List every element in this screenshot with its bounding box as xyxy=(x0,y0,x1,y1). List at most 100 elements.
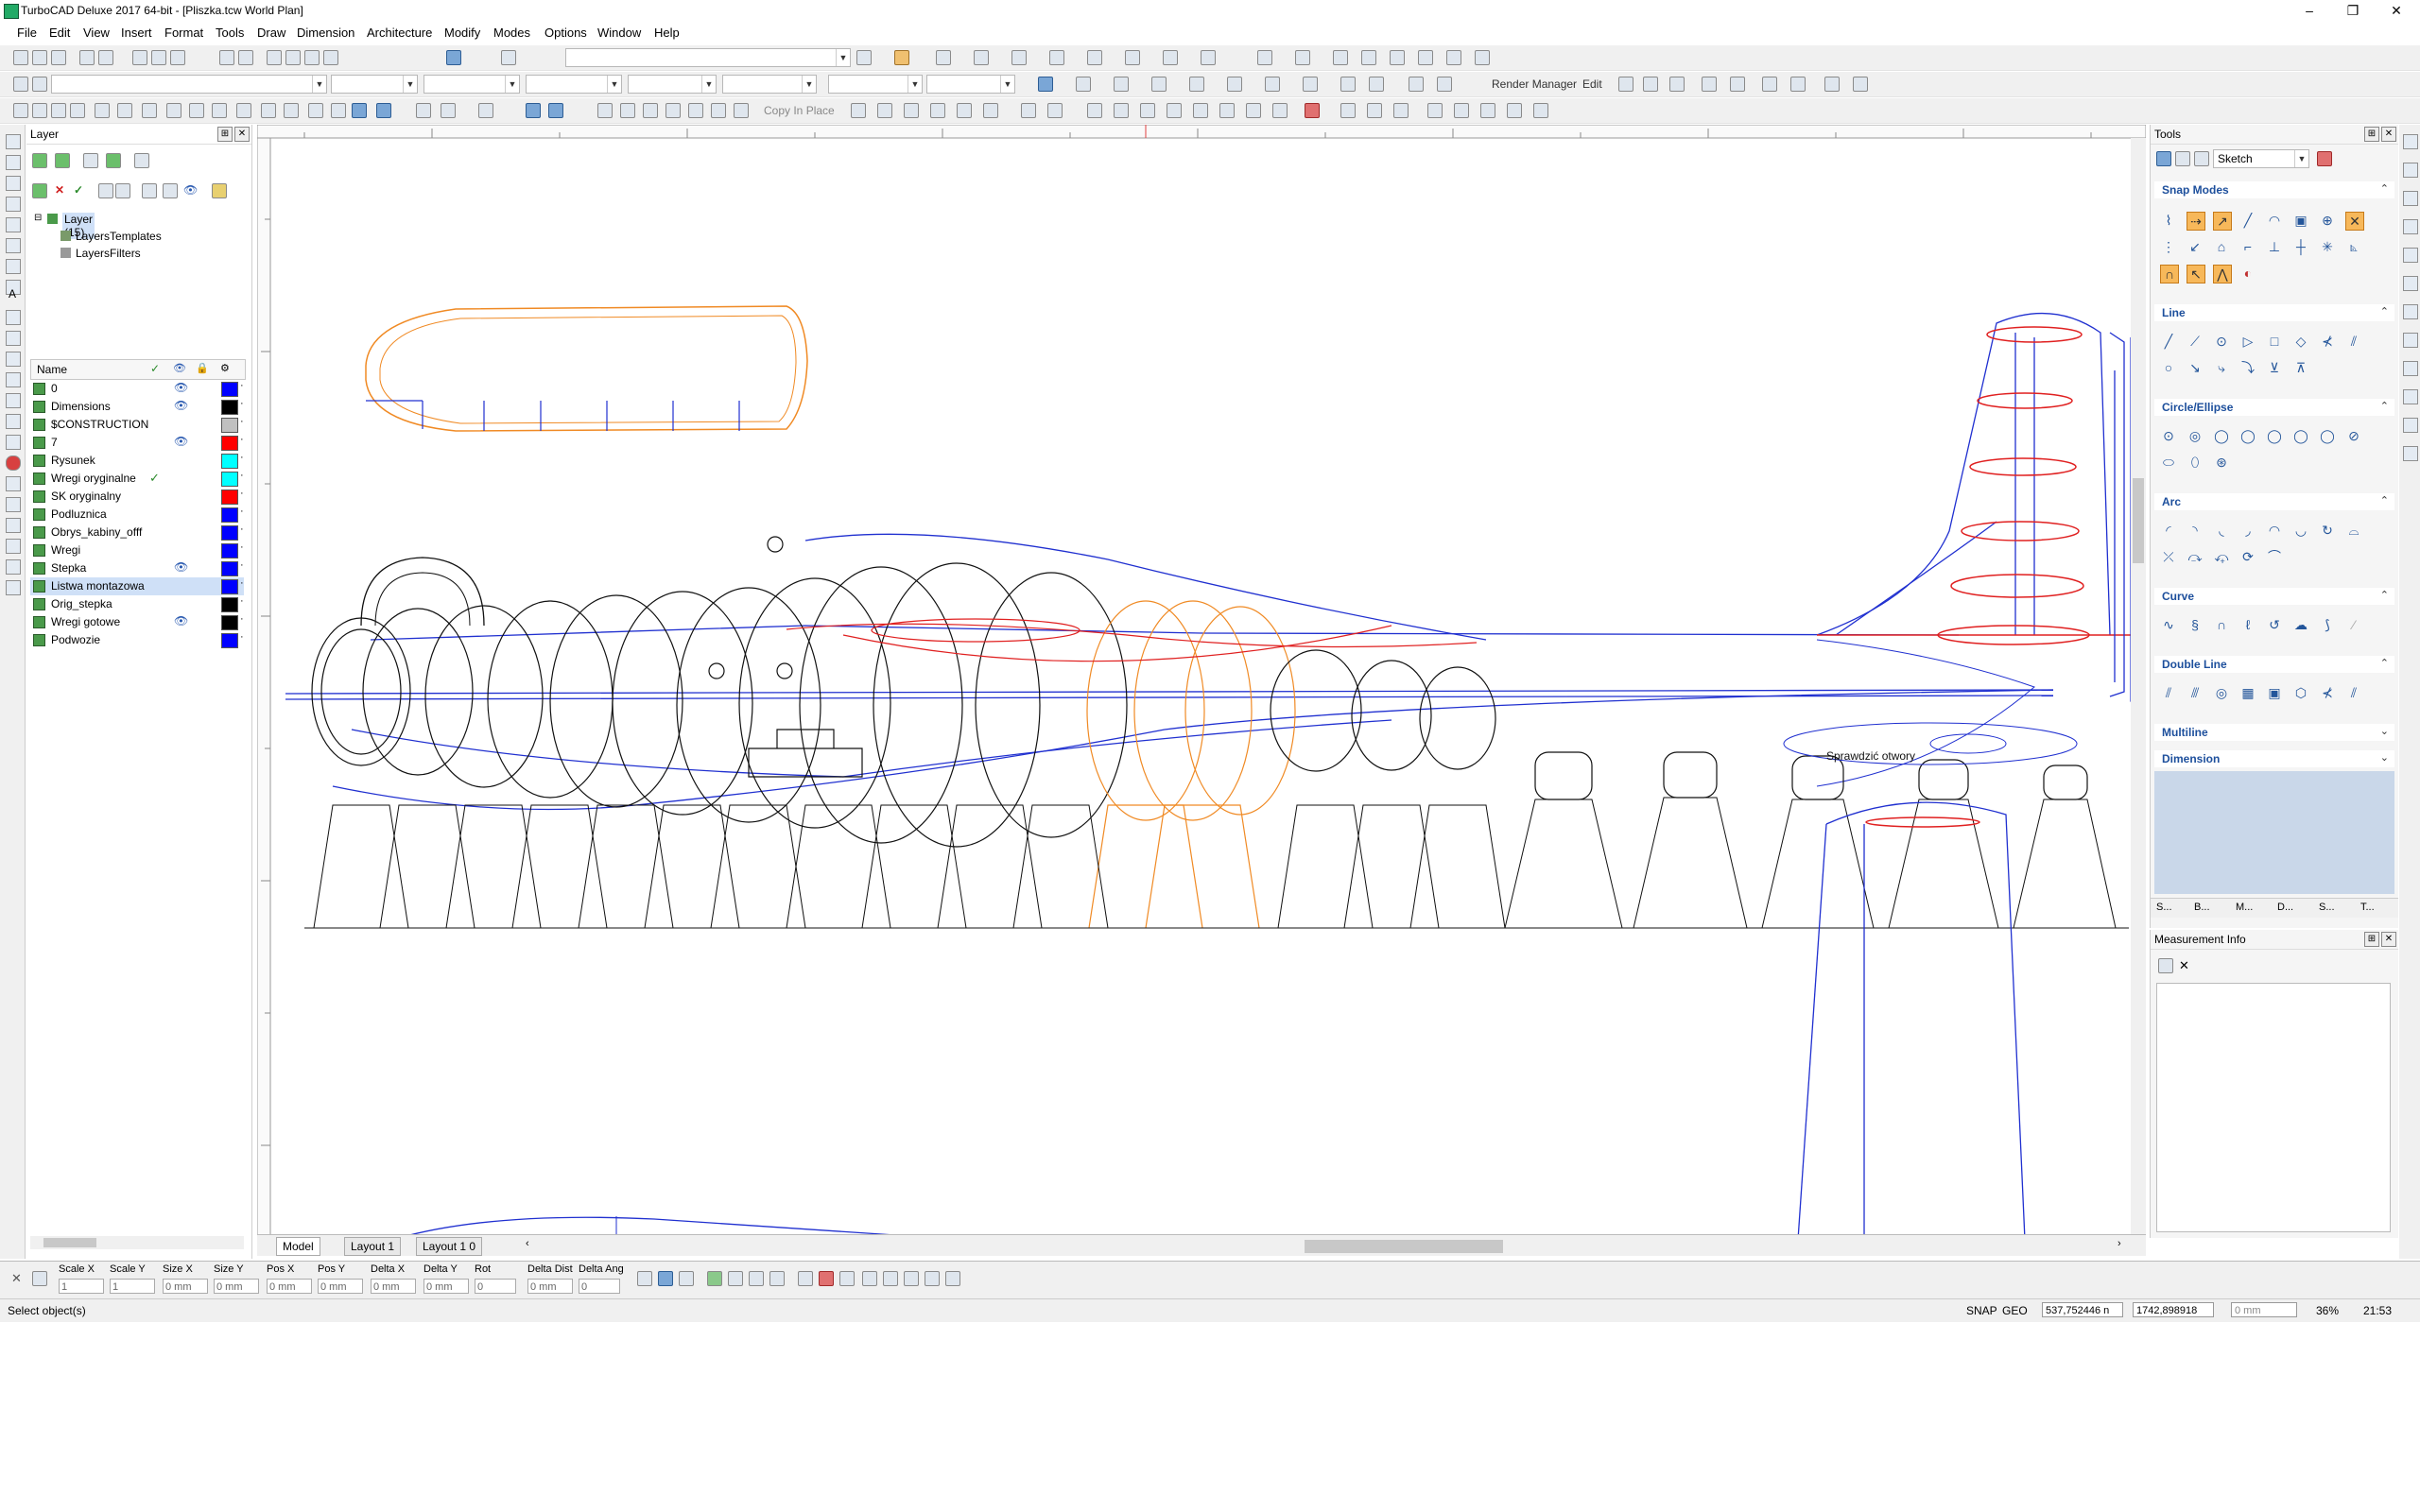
tab-layout-1[interactable]: Layout 1 xyxy=(344,1237,402,1256)
measure-table-icon[interactable] xyxy=(2158,958,2173,973)
save-icon[interactable] xyxy=(51,50,66,65)
layer-props-icon[interactable] xyxy=(55,153,70,168)
layer-manager-icon[interactable] xyxy=(501,50,516,65)
layer-row[interactable]: Dimensions 👁 · xyxy=(30,398,244,416)
render-icon[interactable] xyxy=(1038,77,1053,92)
triangle-icon[interactable]: ▷ xyxy=(2239,333,2256,350)
snap-dist-icon[interactable]: ⊥ xyxy=(2266,238,2283,255)
command-combo[interactable]: ▼ xyxy=(565,48,851,67)
layer-more-icon[interactable]: · xyxy=(240,541,244,553)
zoom-window-icon[interactable] xyxy=(304,50,320,65)
box-icon[interactable] xyxy=(13,103,28,118)
redo-icon[interactable] xyxy=(238,50,253,65)
polygon-icon[interactable]: ◇ xyxy=(2292,333,2309,350)
tools-pin-icon[interactable]: ⊞ xyxy=(2364,127,2379,142)
open-icon[interactable] xyxy=(32,50,47,65)
expand-down-icon[interactable]: ⌄ xyxy=(2380,725,2389,737)
layer-color-swatch[interactable] xyxy=(221,382,238,397)
coord-z[interactable]: 0 mm xyxy=(2231,1302,2297,1317)
circle-tan-3-icon[interactable]: ◯ xyxy=(2319,427,2336,444)
refresh-icon[interactable] xyxy=(32,77,47,92)
snap-arc-icon[interactable] xyxy=(1049,50,1064,65)
maximize-button[interactable]: ❐ xyxy=(2331,0,2375,21)
dock-icon-6[interactable] xyxy=(2403,276,2418,291)
section-line[interactable]: Line ⌃ xyxy=(2154,304,2394,321)
layer-refresh-icon[interactable] xyxy=(134,153,149,168)
pin-icon[interactable]: ⊞ xyxy=(217,127,233,142)
polyline-edit-icon[interactable] xyxy=(1140,103,1155,118)
design-director-icon[interactable] xyxy=(1475,50,1490,65)
region-icon[interactable] xyxy=(1272,103,1288,118)
menu-view[interactable]: View xyxy=(83,26,110,40)
snap-tangent-icon[interactable]: ↙ xyxy=(2187,238,2204,255)
layer-combo[interactable]: ▼ xyxy=(828,75,923,94)
zoom-out-icon[interactable] xyxy=(285,50,301,65)
layer-color-swatch[interactable] xyxy=(221,615,238,630)
cylinder-icon[interactable] xyxy=(32,103,47,118)
wedge-icon[interactable] xyxy=(117,103,132,118)
measure-icon[interactable] xyxy=(1702,77,1717,92)
ellipse-icon[interactable]: ⬭ xyxy=(2160,454,2177,471)
horizontal-line-icon[interactable]: ⊻ xyxy=(2266,359,2283,376)
close-button[interactable]: ✕ xyxy=(2375,0,2418,21)
delta-dist-input[interactable]: 0 mm xyxy=(527,1279,573,1294)
bottom-tab-m[interactable]: M... xyxy=(2236,902,2253,913)
stretch-icon[interactable] xyxy=(688,103,703,118)
menu-dimension[interactable]: Dimension xyxy=(297,26,354,40)
layer-row[interactable]: Wregi · xyxy=(30,541,244,559)
material-icon[interactable] xyxy=(1409,77,1424,92)
zoom-level[interactable]: 36% xyxy=(2316,1304,2339,1317)
revision-cloud-icon[interactable]: ☁ xyxy=(2292,616,2309,633)
layer-more-icon[interactable]: · xyxy=(240,559,244,571)
attach-icon[interactable] xyxy=(1824,77,1840,92)
fillet-icon[interactable] xyxy=(957,103,972,118)
inspector-props-icon[interactable] xyxy=(32,1271,47,1286)
inspector-action-7-icon[interactable] xyxy=(769,1271,785,1286)
grid-icon[interactable] xyxy=(1390,50,1405,65)
layer-row[interactable]: Rysunek · xyxy=(30,452,244,470)
circle-tan-2-icon[interactable]: ◯ xyxy=(2292,427,2309,444)
ellipse-fixed-icon[interactable]: ⊛ xyxy=(2213,454,2230,471)
linetype-combo[interactable]: ▼ xyxy=(628,75,717,94)
sweep-icon[interactable] xyxy=(189,103,204,118)
gradient-icon[interactable] xyxy=(1219,103,1235,118)
layer-more-icon[interactable]: · xyxy=(240,506,244,517)
scale-icon[interactable] xyxy=(643,103,658,118)
collapse-up-icon[interactable]: ⌃ xyxy=(2380,494,2389,507)
dline-parallel-icon[interactable]: ⫽ xyxy=(2345,684,2362,701)
meet-icon[interactable] xyxy=(1047,103,1063,118)
arc-bulge-icon[interactable]: ⌒ xyxy=(2266,548,2283,565)
collapse-up-icon[interactable]: ⌃ xyxy=(2380,305,2389,318)
section-multiline[interactable]: Multiline ⌄ xyxy=(2154,724,2394,741)
style-combo[interactable]: ▼ xyxy=(51,75,327,94)
drawing-svg[interactable]: Sprawdzić otwory xyxy=(257,125,2146,1240)
collapse-up-icon[interactable]: ⌃ xyxy=(2380,589,2389,601)
size-x-input[interactable]: 0 mm xyxy=(163,1279,208,1294)
copy-tool-icon[interactable] xyxy=(6,393,21,408)
layer-more-icon[interactable]: · xyxy=(240,434,244,445)
layer-template-icon[interactable] xyxy=(106,153,121,168)
coord-y[interactable]: 1742,898918 xyxy=(2133,1302,2214,1317)
surface-icon[interactable] xyxy=(376,103,391,118)
measure-tool-icon[interactable] xyxy=(6,518,21,533)
light-icon[interactable] xyxy=(1437,77,1452,92)
snap-alignment-icon[interactable]: ⋀ xyxy=(2213,265,2232,284)
edit-label[interactable]: Edit xyxy=(1582,77,1602,91)
tangent-line-icon[interactable]: ○ xyxy=(2160,359,2177,376)
layer-merge-icon[interactable] xyxy=(142,183,157,198)
snap-mid-icon[interactable] xyxy=(1163,50,1178,65)
canvas-annotation[interactable]: Sprawdzić otwory xyxy=(1826,749,1915,763)
dock-icon-8[interactable] xyxy=(2403,333,2418,348)
layer-color-swatch[interactable] xyxy=(221,472,238,487)
copy-in-place-label[interactable]: Copy In Place xyxy=(764,104,835,117)
ellipse-rotated-icon[interactable]: ⬯ xyxy=(2187,454,2204,471)
dock-icon-7[interactable] xyxy=(2403,304,2418,319)
cut-icon[interactable] xyxy=(132,50,147,65)
copy-icon[interactable] xyxy=(151,50,166,65)
layer-more-icon[interactable]: · xyxy=(240,524,244,535)
rotate-icon[interactable] xyxy=(548,103,563,118)
trim-icon[interactable] xyxy=(851,103,866,118)
view-iso-icon[interactable] xyxy=(1189,77,1204,92)
snap-center-icon[interactable] xyxy=(1201,50,1216,65)
workplane-icon[interactable] xyxy=(1507,103,1522,118)
